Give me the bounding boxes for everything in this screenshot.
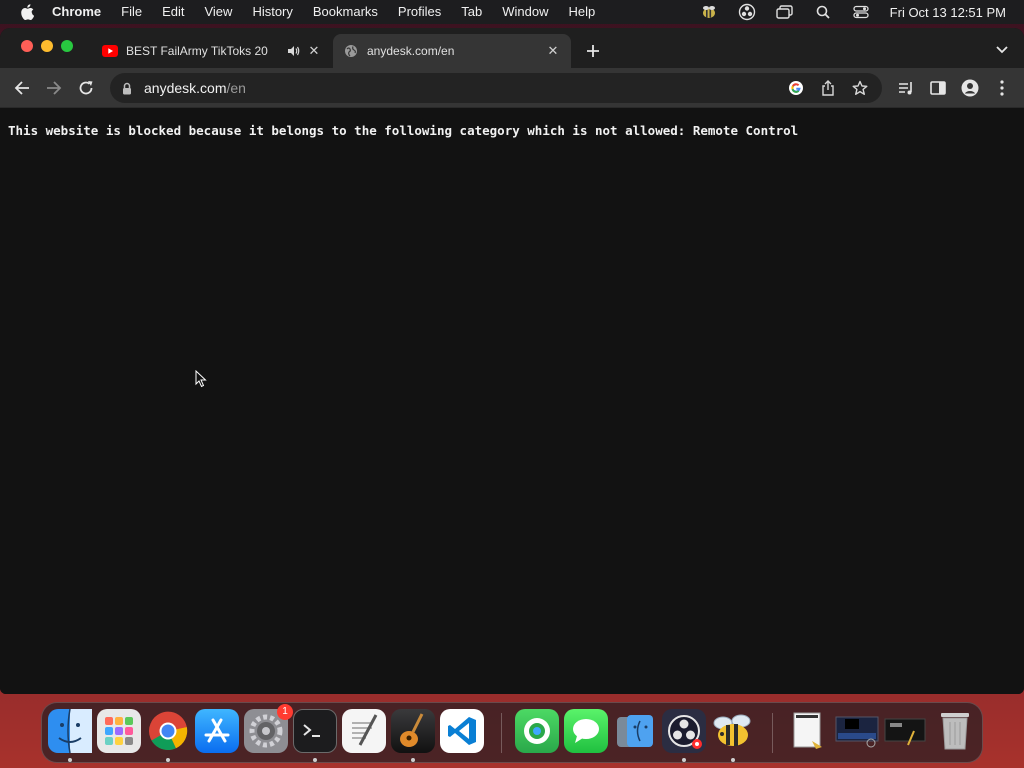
bee-icon[interactable]	[698, 3, 720, 21]
blocked-message: This website is blocked because it belon…	[8, 123, 799, 138]
menu-profiles[interactable]: Profiles	[388, 0, 451, 24]
back-button[interactable]	[11, 77, 33, 99]
tab-strip: BEST FailArmy TikToks 20 ✕ anydesk.com/e…	[0, 28, 1024, 68]
dock: 1	[41, 702, 983, 763]
address-bar[interactable]: anydesk.com/en	[110, 73, 882, 103]
dock-vscode-icon[interactable]	[440, 709, 484, 753]
more-menu-icon[interactable]	[991, 77, 1013, 99]
reload-button[interactable]	[75, 77, 97, 99]
youtube-icon	[102, 43, 118, 59]
menu-bookmarks[interactable]: Bookmarks	[303, 0, 388, 24]
menu-view[interactable]: View	[194, 0, 242, 24]
dock-launchpad-icon[interactable]	[97, 709, 141, 753]
running-indicator	[313, 758, 317, 762]
window-close-button[interactable]	[21, 40, 33, 52]
dock-separator	[501, 713, 502, 753]
menu-history[interactable]: History	[242, 0, 302, 24]
dock-trash-icon[interactable]	[933, 709, 977, 753]
url-text[interactable]: anydesk.com/en	[144, 80, 246, 96]
profile-avatar-icon[interactable]	[959, 77, 981, 99]
reading-list-icon[interactable]	[895, 77, 917, 99]
lock-icon[interactable]	[120, 81, 134, 95]
menu-file[interactable]: File	[111, 0, 152, 24]
tab-title: BEST FailArmy TikToks 20	[126, 44, 268, 58]
dock-app-store-icon[interactable]	[195, 709, 239, 753]
window-minimize-button[interactable]	[41, 40, 53, 52]
obs-icon[interactable]	[736, 3, 758, 21]
menu-help[interactable]: Help	[559, 0, 606, 24]
screen-mirror-icon[interactable]	[774, 3, 796, 21]
tab-youtube[interactable]: BEST FailArmy TikToks 20 ✕	[92, 34, 332, 68]
tab-close-icon[interactable]: ✕	[306, 43, 322, 59]
apple-menu-icon[interactable]	[18, 3, 36, 21]
window-zoom-button[interactable]	[61, 40, 73, 52]
dock-chrome-icon[interactable]	[146, 709, 190, 753]
dock-system-settings-icon[interactable]: 1	[244, 704, 293, 753]
tab-close-icon[interactable]: ✕	[545, 43, 561, 59]
menu-window[interactable]: Window	[492, 0, 558, 24]
dock-recent-document[interactable]	[786, 709, 830, 753]
browser-toolbar: anydesk.com/en	[0, 68, 1024, 108]
dock-finder-icon[interactable]	[48, 709, 92, 753]
spotlight-search-icon[interactable]	[812, 3, 834, 21]
dock-garageband-icon[interactable]	[391, 709, 435, 753]
url-path: /en	[226, 80, 246, 96]
google-lens-icon[interactable]	[785, 77, 807, 99]
menu-app-name[interactable]: Chrome	[52, 0, 111, 24]
menu-edit[interactable]: Edit	[152, 0, 194, 24]
mouse-cursor-icon	[195, 370, 207, 388]
dock-messages-icon[interactable]	[564, 709, 608, 753]
running-indicator	[682, 758, 686, 762]
status-area: Fri Oct 13 12:51 PM	[690, 0, 1024, 24]
tab-anydesk[interactable]: anydesk.com/en ✕	[333, 34, 571, 68]
running-indicator	[411, 758, 415, 762]
dock-screen-recording-preview[interactable]	[884, 709, 928, 753]
new-tab-button[interactable]	[582, 40, 604, 62]
bookmark-star-icon[interactable]	[849, 77, 871, 99]
side-panel-icon[interactable]	[927, 77, 949, 99]
dock-obs-icon[interactable]	[662, 709, 706, 753]
dock-separator	[772, 713, 773, 753]
dock-bee-icon[interactable]	[711, 709, 755, 753]
menubar-clock[interactable]: Fri Oct 13 12:51 PM	[890, 5, 1006, 20]
tab-search-chevron-icon[interactable]	[992, 40, 1012, 60]
menu-bar: Chrome File Edit View History Bookmarks …	[0, 0, 1024, 24]
dock-migration-assistant-icon[interactable]	[613, 709, 657, 753]
window-controls	[21, 40, 73, 52]
forward-button[interactable]	[43, 77, 65, 99]
running-indicator	[731, 758, 735, 762]
dock-textedit-icon[interactable]	[342, 709, 386, 753]
running-indicator	[166, 758, 170, 762]
control-center-icon[interactable]	[850, 3, 872, 21]
globe-icon	[343, 43, 359, 59]
tab-title: anydesk.com/en	[367, 44, 455, 58]
running-indicator	[68, 758, 72, 762]
dock-window-preview[interactable]	[835, 709, 879, 753]
browser-window: BEST FailArmy TikToks 20 ✕ anydesk.com/e…	[0, 28, 1024, 694]
speaker-icon[interactable]	[286, 44, 300, 58]
dock-terminal-icon[interactable]	[293, 709, 337, 753]
menu-tab[interactable]: Tab	[451, 0, 492, 24]
omnibox-actions	[780, 77, 876, 99]
page-content: This website is blocked because it belon…	[0, 108, 1024, 694]
notification-badge: 1	[277, 704, 293, 720]
share-icon[interactable]	[817, 77, 839, 99]
url-host: anydesk.com	[144, 80, 227, 96]
dock-find-my-icon[interactable]	[515, 709, 559, 753]
